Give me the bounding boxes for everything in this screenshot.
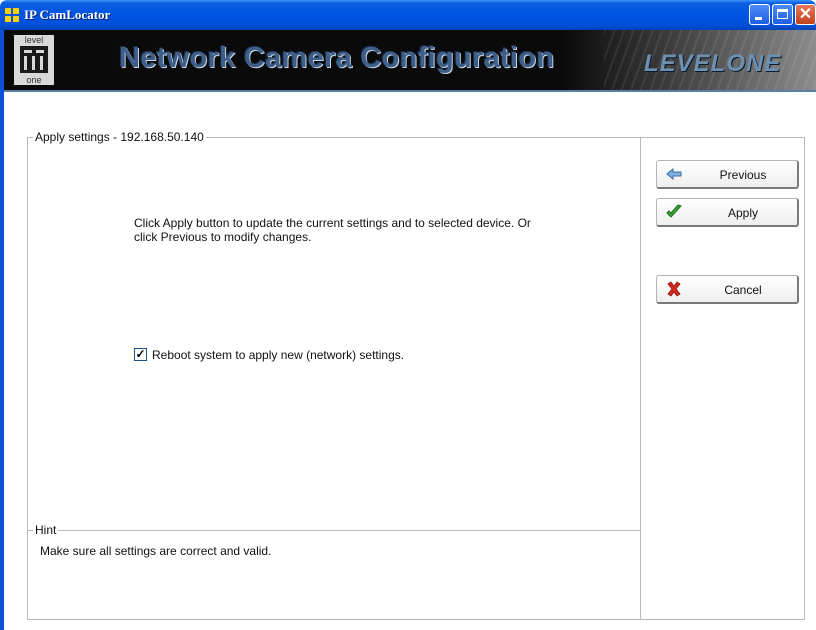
previous-button[interactable]: Previous	[656, 160, 799, 189]
hint-divider	[27, 530, 641, 531]
reboot-checkbox[interactable]: ✓	[134, 347, 147, 361]
minimize-icon	[755, 17, 762, 20]
reboot-checkbox-label[interactable]: Reboot system to apply new (network) set…	[152, 348, 404, 362]
logo-mark-icon	[20, 46, 48, 73]
app-icon	[5, 8, 19, 22]
logo-text-top: level	[24, 35, 44, 45]
window-title: IP CamLocator	[24, 7, 111, 22]
apply-button[interactable]: Apply	[656, 198, 799, 227]
header-banner: level one Network Camera Configuration L…	[4, 30, 816, 90]
banner-title: Network Camera Configuration	[119, 42, 555, 74]
window-frame-left	[0, 30, 4, 630]
levelone-logo: level one	[14, 35, 54, 85]
close-button[interactable]: ✕	[795, 4, 816, 25]
previous-button-label: Previous	[719, 168, 767, 182]
title-bar[interactable]: IP CamLocator ✕	[0, 0, 816, 30]
hint-legend: Hint	[33, 523, 59, 537]
cancel-button[interactable]: Cancel	[656, 275, 799, 304]
close-icon: ✕	[798, 6, 813, 23]
logo-text-bottom: one	[26, 75, 42, 85]
banner-divider	[4, 90, 816, 92]
x-mark-icon	[667, 281, 681, 297]
maximize-icon	[777, 9, 788, 19]
checkmark-icon	[666, 204, 682, 218]
cancel-button-label: Cancel	[724, 283, 762, 297]
checkbox-checkmark-icon: ✓	[135, 347, 146, 361]
apply-button-label: Apply	[727, 206, 759, 220]
hint-text: Make sure all settings are correct and v…	[40, 544, 272, 558]
minimize-button[interactable]	[749, 4, 770, 25]
apply-info-text: Click Apply button to update the current…	[134, 216, 531, 244]
apply-settings-legend: Apply settings - 192.168.50.140	[33, 130, 206, 144]
maximize-button[interactable]	[772, 4, 793, 25]
brand-logo: LEVELONE	[644, 50, 782, 77]
left-arrow-icon	[666, 167, 682, 181]
